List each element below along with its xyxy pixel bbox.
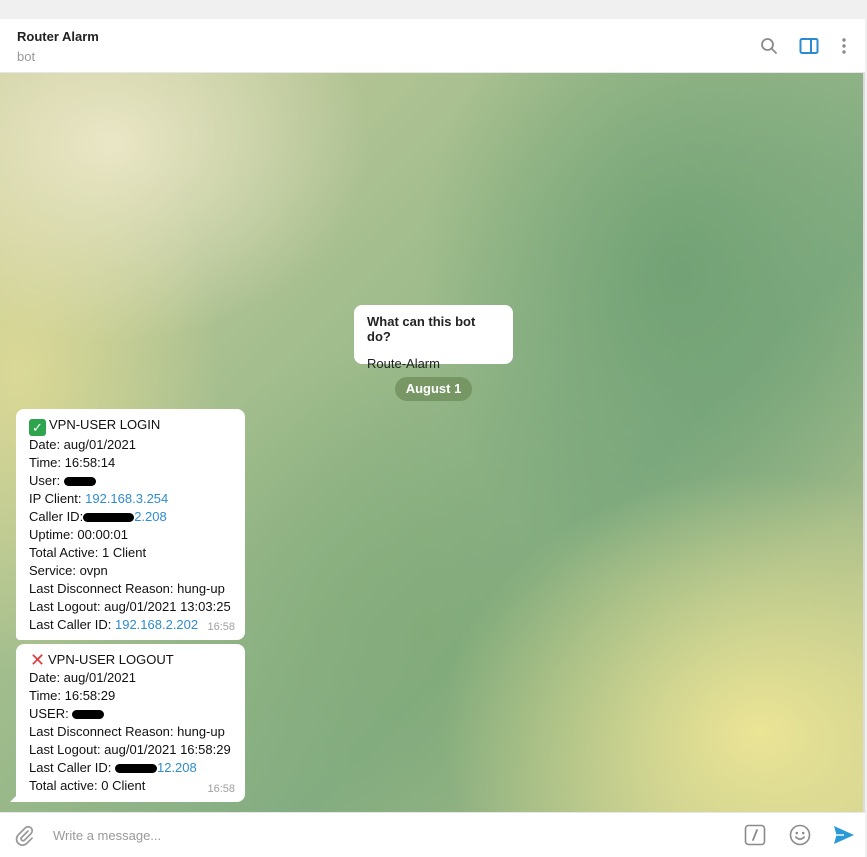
check-mark-icon: ✓: [29, 419, 46, 436]
caller-id-label: Caller ID:: [29, 509, 84, 524]
scrollbar-track[interactable]: [863, 73, 865, 812]
redacted-last-caller-id: [114, 764, 157, 774]
paperclip-icon[interactable]: [13, 824, 35, 846]
message-date: Date: aug/01/2021: [29, 670, 136, 685]
message-caller-id: Caller ID: 2.208: [29, 508, 232, 526]
message-title: VPN-USER LOGOUT: [48, 652, 174, 667]
message-title-line: ✓ VPN-USER LOGIN: [29, 416, 232, 436]
last-caller-id-label: Last Caller ID:: [29, 760, 115, 775]
message-user: User:: [29, 472, 232, 490]
caller-id-link[interactable]: 2.208: [134, 509, 167, 524]
message-last-disconnect: Last Disconnect Reason: hung-up: [29, 724, 225, 739]
message-bubble[interactable]: ✓ VPN-USER LOGIN Date: aug/01/2021 Time: …: [16, 409, 245, 640]
chat-header: Router Alarm bot: [0, 19, 865, 73]
message-time: Time: 16:58:14: [29, 455, 116, 470]
message-last-disconnect: Last Disconnect Reason: hung-up: [29, 581, 225, 596]
emoji-icon[interactable]: [789, 824, 811, 846]
redacted-user: [63, 477, 96, 487]
user-label: User:: [29, 473, 64, 488]
message-uptime: Uptime: 00:00:01: [29, 527, 129, 542]
message-timestamp: 16:58: [207, 783, 235, 795]
more-vertical-icon[interactable]: [833, 35, 855, 57]
message-last-caller-id: Last Caller ID: 12.208: [29, 759, 232, 777]
message-composer: Write a message...: [0, 812, 865, 857]
search-icon[interactable]: [758, 35, 780, 57]
redacted-caller-id: [83, 513, 135, 523]
message-last-caller-id: Last Caller ID: 192.168.2.202: [29, 616, 232, 634]
bot-command-icon[interactable]: [744, 824, 766, 846]
message-last-logout: Last Logout: aug/01/2021 13:03:25: [29, 599, 231, 614]
bot-info-question: What can this bot do?: [367, 314, 476, 344]
chat-subtitle: bot: [17, 49, 36, 64]
message-title: VPN-USER LOGIN: [49, 417, 161, 432]
message-ip-client: IP Client: 192.168.3.254: [29, 490, 232, 508]
side-panel-icon[interactable]: [798, 35, 820, 57]
message-time: Time: 16:58:29: [29, 688, 116, 703]
last-caller-id-link[interactable]: 12.208: [157, 760, 197, 775]
message-title-line: ✕ VPN-USER LOGOUT: [29, 651, 232, 669]
message-last-logout: Last Logout: aug/01/2021 16:58:29: [29, 742, 231, 757]
bubble-tail: [10, 794, 18, 802]
last-caller-id-link[interactable]: 192.168.2.202: [115, 617, 198, 632]
bot-info-answer: Route-Alarm: [367, 356, 440, 371]
message-date: Date: aug/01/2021: [29, 437, 136, 452]
message-bubble[interactable]: ✕ VPN-USER LOGOUT Date: aug/01/2021 Time:…: [10, 644, 245, 802]
message-user: USER:: [29, 705, 232, 723]
chat-title[interactable]: Router Alarm: [17, 29, 99, 44]
send-icon[interactable]: [832, 824, 856, 846]
message-total-active: Total active: 0 Client: [29, 778, 146, 793]
bot-info-card: What can this bot do? Route-Alarm: [354, 305, 513, 371]
last-caller-id-label: Last Caller ID:: [29, 617, 115, 632]
ip-client-link[interactable]: 192.168.3.254: [85, 491, 168, 506]
window-top-strip: [0, 0, 867, 19]
message-input[interactable]: Write a message...: [53, 828, 161, 843]
message-timestamp: 16:58: [207, 621, 235, 633]
ip-client-label: IP Client:: [29, 491, 86, 506]
redacted-user: [72, 710, 105, 720]
date-separator: August 1: [395, 377, 472, 401]
user-label: USER:: [29, 706, 73, 721]
message-service: Service: ovpn: [29, 563, 108, 578]
chat-area[interactable]: What can this bot do? Route-Alarm August…: [0, 73, 865, 812]
message-total-active: Total Active: 1 Client: [29, 545, 147, 560]
cross-mark-icon: ✕: [29, 650, 46, 670]
